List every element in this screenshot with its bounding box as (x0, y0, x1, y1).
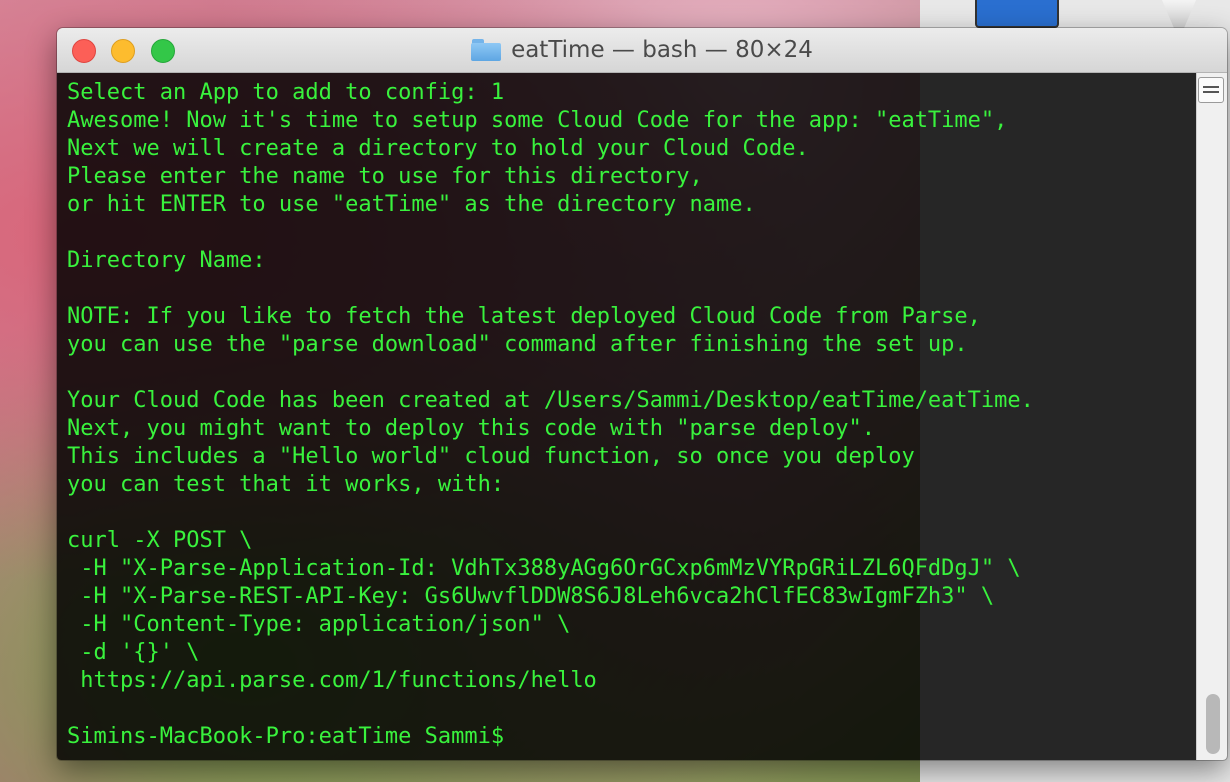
terminal-line: or hit ENTER to use "eatTime" as the dir… (67, 192, 756, 217)
terminal-line: -H "Content-Type: application/json" \ (67, 612, 571, 637)
monitor-icon (975, 0, 1059, 28)
terminal-line: Simins-MacBook-Pro:eatTime Sammi$ (67, 724, 505, 749)
scrollbar[interactable] (1196, 73, 1227, 760)
terminal-line: Please enter the name to use for this di… (67, 164, 703, 189)
terminal-line: This includes a "Hello world" cloud func… (67, 444, 915, 469)
terminal-line: Awesome! Now it's time to setup some Clo… (67, 108, 1008, 133)
window-title: eatTime — bash — 80×24 (511, 37, 813, 63)
scroll-thumb[interactable] (1206, 694, 1220, 754)
split-pane-icon[interactable] (1198, 77, 1224, 103)
terminal-line: Directory Name: (67, 248, 266, 273)
terminal-line: https://api.parse.com/1/functions/hello (67, 668, 597, 693)
terminal-line: -H "X-Parse-Application-Id: VdhTx388yAGg… (67, 556, 1021, 581)
terminal-line: Next we will create a directory to hold … (67, 136, 809, 161)
terminal-window[interactable]: eatTime — bash — 80×24 Select an App to … (57, 28, 1227, 760)
terminal-line: curl -X POST \ (67, 528, 253, 553)
terminal-line: you can test that it works, with: (67, 472, 505, 497)
window-title-group: eatTime — bash — 80×24 (57, 28, 1227, 72)
terminal-line: you can use the "parse download" command… (67, 332, 968, 357)
terminal-line: Select an App to add to config: 1 (67, 80, 505, 105)
folder-icon (471, 39, 502, 61)
terminal-line: -H "X-Parse-REST-API-Key: Gs6UwvflDDW8S6… (67, 584, 995, 609)
terminal-line: Your Cloud Code has been created at /Use… (67, 388, 1034, 413)
terminal-content[interactable]: Select an App to add to config: 1 Awesome… (57, 73, 1227, 760)
terminal-line: NOTE: If you like to fetch the latest de… (67, 304, 981, 329)
terminal-output[interactable]: Select an App to add to config: 1 Awesome… (67, 79, 1187, 751)
title-bar[interactable]: eatTime — bash — 80×24 (57, 28, 1227, 73)
terminal-line: -d '{}' \ (67, 640, 200, 665)
terminal-line: Next, you might want to deploy this code… (67, 416, 875, 441)
